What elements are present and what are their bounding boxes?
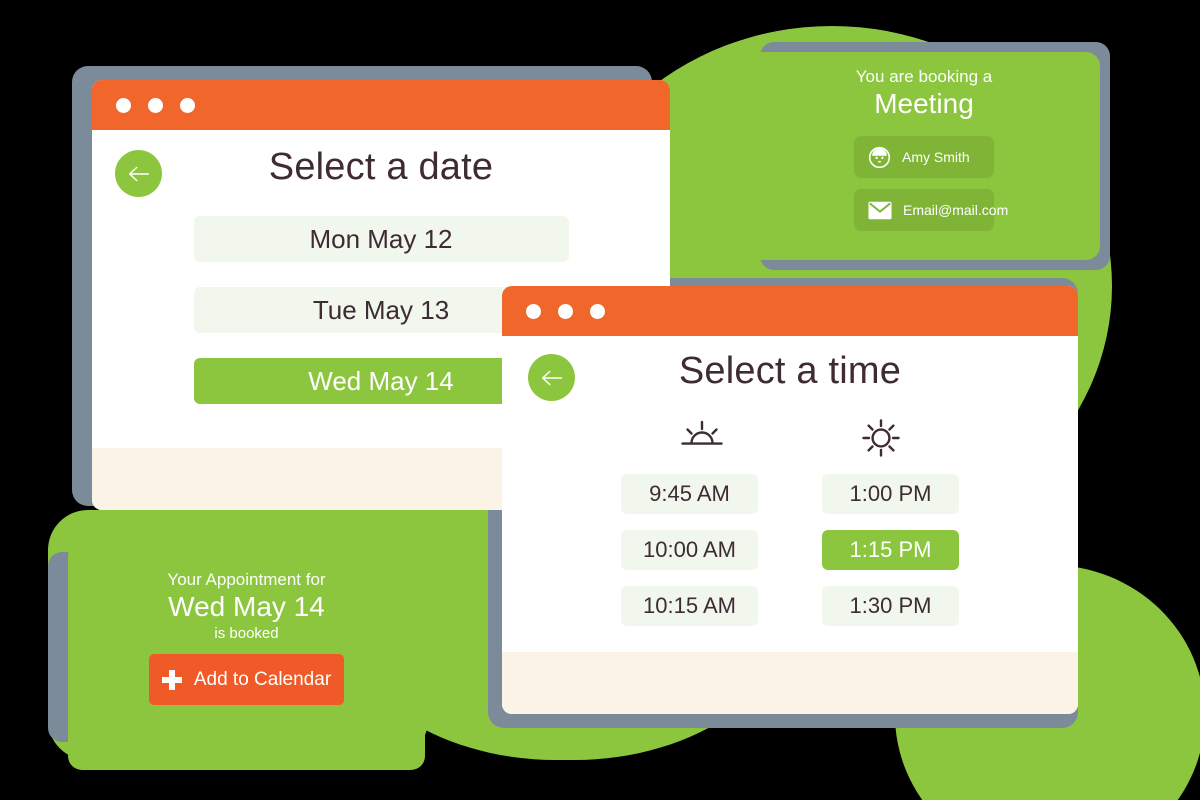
window-dot-maximize-icon[interactable]: [180, 97, 195, 113]
time-slot-1015-am[interactable]: 10:15 AM: [621, 586, 758, 626]
booking-card-subtitle: You are booking a: [855, 67, 993, 86]
window-dot-minimize-icon[interactable]: [148, 97, 163, 113]
time-window-title: Select a time: [678, 350, 902, 392]
time-slot-label: 9:45 AM: [649, 481, 730, 506]
envelope-icon: [868, 201, 892, 220]
date-window-title: Select a date: [268, 146, 494, 188]
window-dot-minimize-icon[interactable]: [558, 303, 573, 319]
person-avatar-icon: [868, 146, 891, 169]
time-window-body: Select a time 9:45 AM 10:00 AM 10:15 AM …: [502, 336, 1078, 714]
email-address: Email@mail.com: [903, 202, 1009, 218]
add-to-calendar-button[interactable]: Add to Calendar: [149, 654, 344, 705]
time-slot-label: 10:15 AM: [643, 593, 736, 618]
sunrise-icon: [679, 418, 725, 458]
attendee-pill[interactable]: Amy Smith: [854, 136, 994, 178]
date-option-label: Mon May 12: [309, 223, 453, 254]
window-dot-close-icon[interactable]: [526, 303, 541, 319]
date-window-header: Select a date: [92, 130, 670, 216]
time-slot-label: 1:00 PM: [849, 481, 932, 506]
booking-card-title: Meeting: [874, 88, 974, 119]
time-slot-100-pm[interactable]: 1:00 PM: [822, 474, 959, 514]
time-column-pm: 1:00 PM 1:15 PM 1:30 PM: [822, 474, 959, 626]
sun-icon: [861, 418, 901, 458]
add-to-calendar-label: Add to Calendar: [193, 668, 332, 690]
plus-icon: [161, 669, 182, 690]
time-window-footer: [502, 652, 1078, 714]
time-slot-label: 10:00 AM: [643, 537, 736, 562]
date-option-mon-may-12[interactable]: Mon May 12: [193, 216, 569, 262]
date-option-label: Tue May 13: [312, 294, 450, 325]
date-window-titlebar: [92, 80, 670, 130]
time-column-am: 9:45 AM 10:00 AM 10:15 AM: [621, 474, 758, 626]
appointment-card-date: Wed May 14: [168, 591, 325, 622]
window-dot-maximize-icon[interactable]: [590, 303, 605, 319]
illustration-canvas: You are booking a Meeting Amy Smith Emai…: [0, 0, 1200, 800]
time-window-titlebar: [502, 286, 1078, 336]
appointment-booked-card: Your Appointment for Wed May 14 is booke…: [68, 542, 425, 770]
date-option-label: Wed May 14: [308, 365, 454, 396]
time-slot-1000-am[interactable]: 10:00 AM: [621, 530, 758, 570]
appointment-card-status: is booked: [214, 625, 279, 642]
time-slot-115-pm[interactable]: 1:15 PM: [822, 530, 959, 570]
booking-summary-card: You are booking a Meeting Amy Smith Emai…: [748, 52, 1100, 260]
window-dot-close-icon[interactable]: [116, 97, 131, 113]
time-slot-945-am[interactable]: 9:45 AM: [621, 474, 758, 514]
attendee-name: Amy Smith: [902, 149, 970, 165]
time-slot-label: 1:15 PM: [849, 537, 932, 562]
time-slot-grid: 9:45 AM 10:00 AM 10:15 AM 1:00 PM 1:15 P…: [502, 474, 1078, 626]
time-window-header: Select a time: [502, 336, 1078, 416]
time-period-icon-row: [502, 418, 1078, 458]
appointment-card-subtitle: Your Appointment for: [167, 570, 326, 589]
time-slot-130-pm[interactable]: 1:30 PM: [822, 586, 959, 626]
select-time-window: Select a time 9:45 AM 10:00 AM 10:15 AM …: [502, 286, 1078, 714]
email-pill[interactable]: Email@mail.com: [854, 189, 1008, 231]
time-slot-label: 1:30 PM: [849, 593, 932, 618]
